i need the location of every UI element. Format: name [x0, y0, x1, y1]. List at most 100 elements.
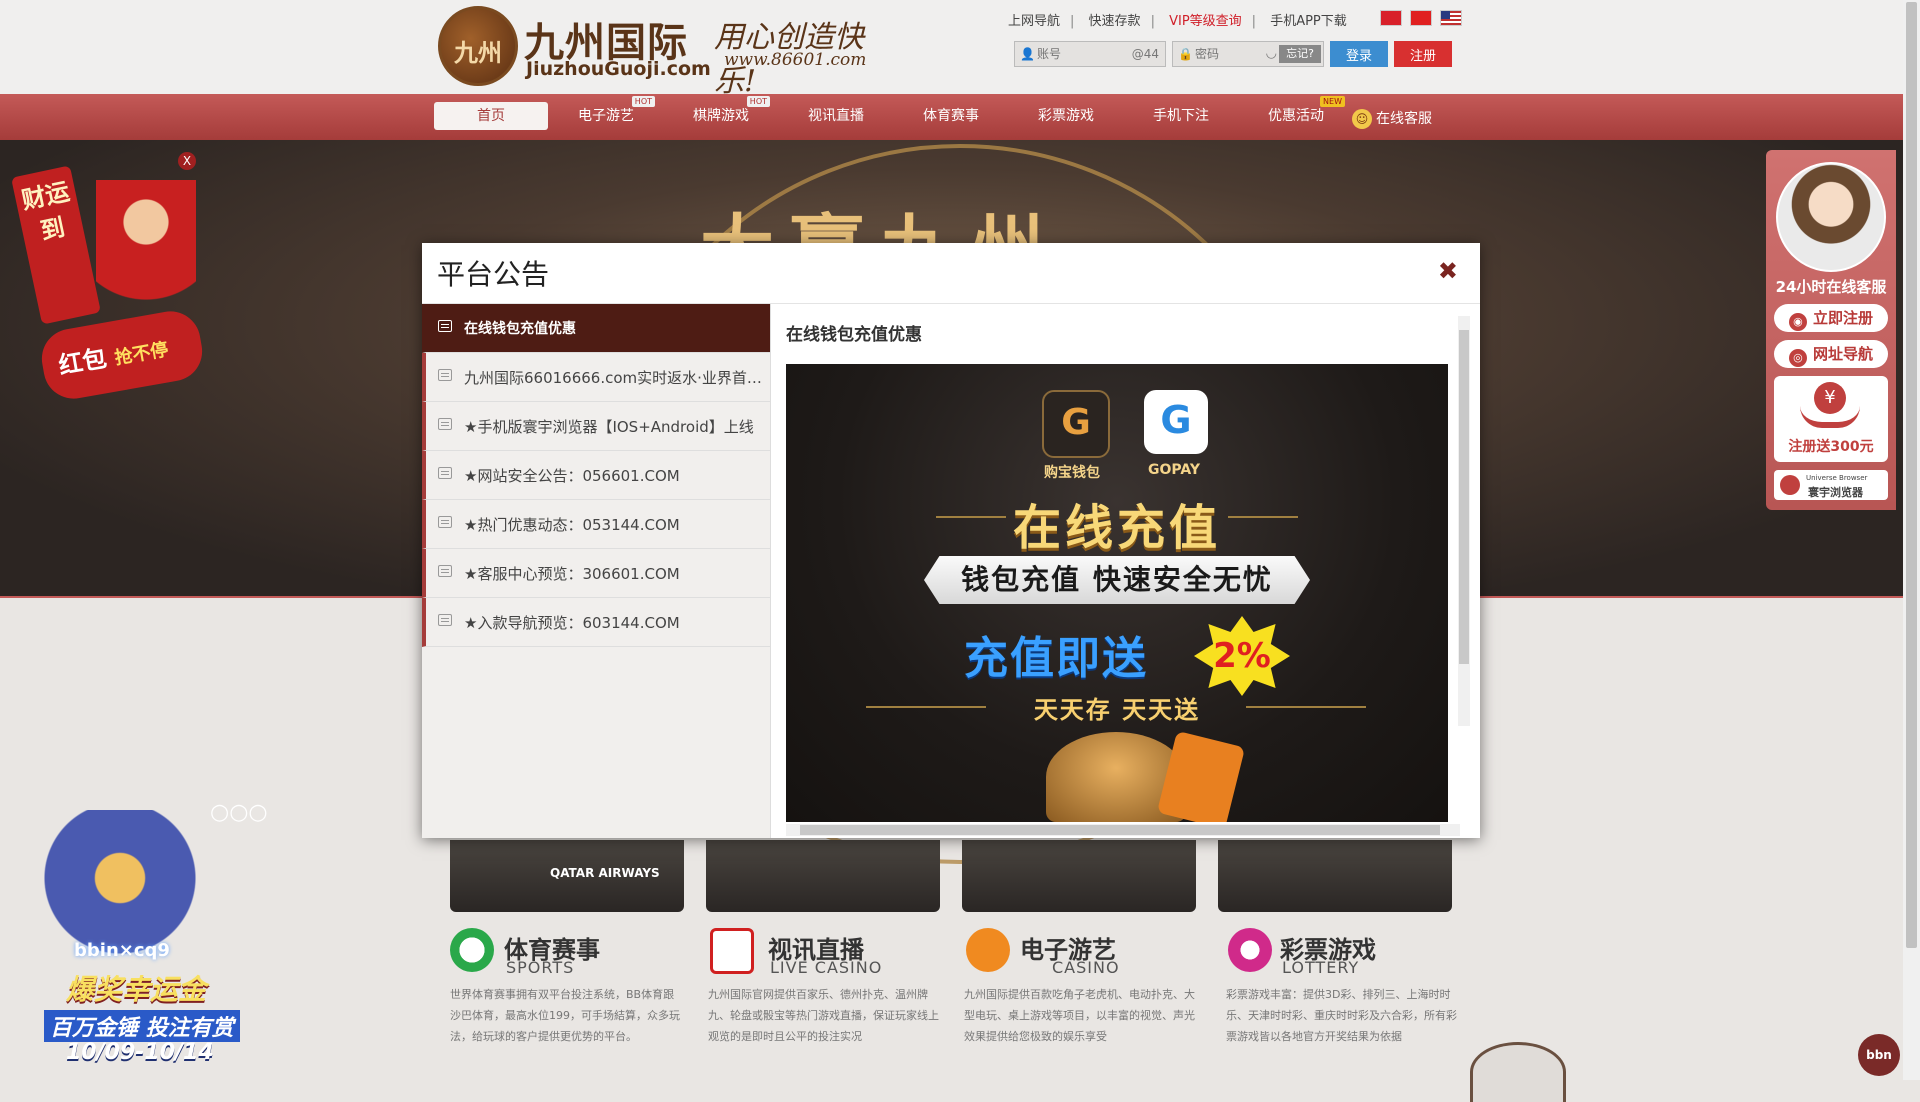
eye-hidden-icon[interactable]: ◡ [1266, 46, 1277, 61]
jackpot-dates: 10/09-10/14 [66, 1040, 214, 1065]
nav-lottery[interactable]: 彩票游戏 [1009, 102, 1123, 130]
message-icon [438, 418, 452, 430]
panel-register-button[interactable]: ◉ 立即注册 [1774, 304, 1888, 332]
announcement-item[interactable]: ★手机版寰宇浏览器【IOS+Android】上线 [422, 402, 770, 451]
recharge-promo-image: 购宝钱包 GOPAY 在线充值 钱包充值 快速安全无忧 充值即送 2% 天天存 … [786, 364, 1448, 822]
user-icon: 👤 [1020, 47, 1035, 61]
nav-home[interactable]: 首页 [434, 102, 548, 130]
announcement-item[interactable]: ★客服中心预览：306601.COM [422, 549, 770, 598]
right-service-panel: 24小时在线客服 ◉ 立即注册 ◎ 网址导航 ¥ 注册送300元 Universe … [1766, 150, 1896, 510]
rings-icon: ○○○ [210, 800, 268, 825]
close-icon[interactable]: ✖ [1438, 257, 1458, 285]
link-vip-query[interactable]: VIP等级查询 [1169, 14, 1242, 29]
page-scrollbar-thumb[interactable] [1906, 2, 1917, 948]
register-gift-button[interactable]: ¥ 注册送300元 [1774, 376, 1888, 462]
usa-flag-icon[interactable] [1440, 10, 1463, 26]
lottery-image[interactable] [1218, 840, 1452, 912]
hands-icon [1800, 406, 1860, 428]
hot-badge: HOT [746, 96, 770, 107]
register-icon: ◉ [1788, 313, 1807, 331]
link-quick-deposit[interactable]: 快速存款 [1089, 14, 1141, 29]
bottom-seal-icon [1470, 1042, 1566, 1102]
announcement-item[interactable]: 在线钱包充值优惠 [422, 304, 770, 353]
slots-image[interactable] [962, 840, 1196, 912]
fortune-god-icon [96, 180, 196, 320]
nav-slots[interactable]: 电子游艺 HOT [549, 96, 663, 130]
top-links: 上网导航 | 快速存款 | VIP等级查询 | 手机APP下载 [1008, 14, 1347, 29]
jackpot-promo[interactable]: ○○○ bbin×cq9 爆奖幸运金 百万金锤 投注有赏 10/09-10/14 [0, 800, 280, 1080]
promo-bar: 钱包充值 快速安全无忧 [924, 556, 1310, 604]
announcement-item[interactable]: 九州国际66016666.com实时返水·业界首创！ [422, 353, 770, 402]
announcement-item[interactable]: ★网站安全公告：056601.COM [422, 451, 770, 500]
slot-777-icon [966, 928, 1010, 972]
product-desc-slots: 九州国际提供百款吃角子老虎机、电动扑克、大型电玩、桌上游戏等项目，以丰富的视觉、… [964, 988, 1195, 1043]
nav-card-games[interactable]: 棋牌游戏 HOT [664, 96, 778, 130]
soccer-ball-icon [450, 928, 494, 972]
sports-image[interactable]: QATAR AIRWAYS [450, 840, 684, 912]
login-button[interactable]: 登录 [1330, 41, 1388, 67]
nav-promotions[interactable]: 优惠活动 NEW [1239, 96, 1353, 130]
online-service-link[interactable]: ☺ 在线客服 [1352, 108, 1432, 129]
red-envelope-badge: 红包 抢不停 [37, 306, 207, 404]
nav-sports[interactable]: 体育赛事 [894, 102, 1008, 130]
link-app-download[interactable]: 手机APP下载 [1270, 14, 1347, 29]
promo-give: 充值即送 [964, 633, 1148, 684]
account-field[interactable]: 👤 @44 [1014, 41, 1166, 67]
password-field[interactable]: 🔒 ◡ 忘记? [1172, 41, 1324, 67]
announcement-item[interactable]: ★热门优惠动态：053144.COM [422, 500, 770, 549]
universe-browser-button[interactable]: Universe Browser 寰宇浏览器 [1774, 470, 1888, 500]
fortune-scroll: 财运到 [11, 165, 101, 325]
content-title: 在线钱包充值优惠 [786, 325, 922, 345]
message-icon [438, 565, 452, 577]
product-desc-lottery: 彩票游戏丰富：提供3D彩、排列三、上海时时乐、天津时时彩、重庆时时彩及六合彩，所… [1226, 988, 1457, 1043]
announcement-content: 在线钱包充值优惠 购宝钱包 GOPAY 在线充值 钱包充值 快速安全无忧 充值即… [772, 304, 1480, 838]
main-nav: 首页 电子游艺 HOT 棋牌游戏 HOT 视讯直播 体育赛事 彩票游戏 手机下注 优… [0, 94, 1903, 140]
language-flags [1376, 10, 1463, 26]
close-promo-button[interactable]: X [178, 152, 196, 170]
red-envelope-promo[interactable]: 财运到 红包 抢不停 X [6, 150, 216, 404]
gopay-icon [1144, 390, 1208, 454]
message-icon [438, 320, 452, 332]
live-casino-image[interactable] [706, 840, 940, 912]
announcement-item[interactable]: ★入款导航预览：603144.COM [422, 598, 770, 647]
china-flag-icon[interactable] [1410, 10, 1433, 26]
headset-icon: ☺ [1352, 109, 1372, 129]
lock-icon: 🔒 [1178, 47, 1193, 61]
message-icon [438, 516, 452, 528]
promo-percent-burst: 2% [1194, 616, 1290, 696]
message-icon [438, 369, 452, 381]
service-agent-avatar[interactable] [1776, 162, 1886, 272]
product-sub-slots: CASINO [1052, 958, 1120, 977]
site-header: 九州 九州国际 JiuzhouGuoji.com 用心创造快乐! www.866… [0, 0, 1903, 99]
panel-nav-button[interactable]: ◎ 网址导航 [1774, 340, 1888, 368]
modal-title: 平台公告 [437, 258, 550, 291]
promo-headline: 在线充值 [1012, 500, 1221, 556]
link-site-nav[interactable]: 上网导航 [1008, 14, 1060, 29]
message-icon [438, 467, 452, 479]
service-hours-label[interactable]: 24小时在线客服 [1766, 276, 1896, 297]
content-horizontal-scrollbar[interactable] [786, 824, 1460, 836]
wallet1-label: 购宝钱包 [1044, 465, 1100, 481]
site-logo[interactable]: 九州 九州国际 JiuzhouGuoji.com 用心创造快乐! www.866… [438, 6, 878, 99]
announcement-modal: 平台公告 ✖ 在线钱包充值优惠 九州国际66016666.com实时返水·业界首… [422, 243, 1480, 838]
product-sub-sports: SPORTS [506, 958, 575, 977]
phone-icon [1156, 730, 1246, 822]
lottery-ball-icon [1228, 928, 1272, 972]
modal-header: 平台公告 ✖ [422, 243, 1480, 304]
account-suffix: @44 [1131, 47, 1159, 61]
account-input[interactable] [1035, 46, 1129, 62]
jackpot-brand: bbin×cq9 [74, 940, 170, 961]
page-scrollbar[interactable] [1903, 0, 1920, 1080]
hongkong-flag-icon[interactable] [1380, 10, 1402, 26]
content-vertical-scrollbar[interactable] [1458, 316, 1470, 726]
nav-live-casino[interactable]: 视讯直播 [779, 102, 893, 130]
forgot-password-button[interactable]: 忘记? [1279, 45, 1321, 63]
bbin-float-button[interactable]: bbn [1858, 1034, 1900, 1076]
register-button[interactable]: 注册 [1394, 41, 1452, 67]
logo-english-name: JiuzhouGuoji.com [526, 58, 711, 80]
browser-icon [1780, 475, 1800, 495]
product-sub-live: LIVE CASINO [770, 958, 883, 977]
jackpot-title: 爆奖幸运金 [66, 973, 207, 1006]
logo-seal-icon: 九州 [438, 6, 518, 86]
nav-mobile-bet[interactable]: 手机下注 [1124, 102, 1238, 130]
